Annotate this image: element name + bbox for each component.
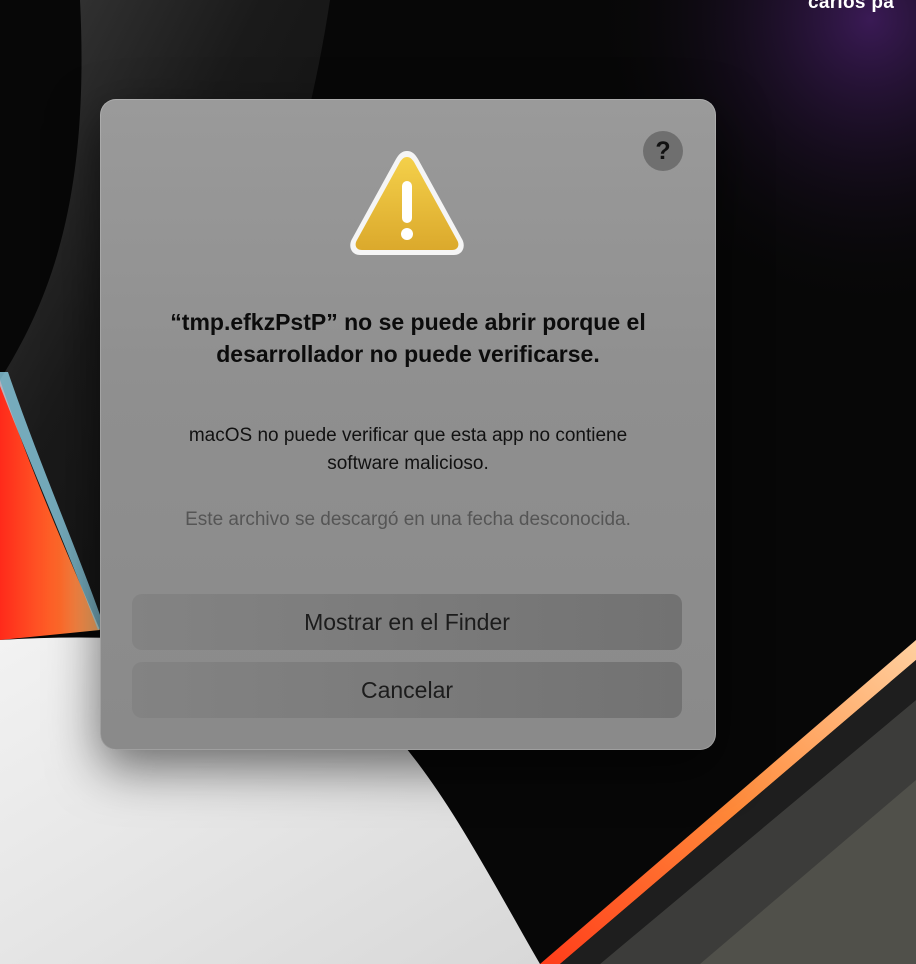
- cancel-button[interactable]: Cancelar: [132, 662, 682, 718]
- dialog-message: macOS no puede verificar que esta app no…: [188, 425, 628, 474]
- security-alert-dialog: ? “tmp.efkzPstP” no se puede abrir porqu…: [100, 99, 716, 750]
- help-button[interactable]: ?: [643, 131, 683, 171]
- menu-bar-user-name[interactable]: carlos pa: [808, 0, 894, 14]
- dialog-title: “tmp.efkzPstP” no se puede abrir porque …: [170, 309, 646, 367]
- desktop: carlos pa ? “tmp.efkzPstP” no se puede a…: [0, 0, 916, 964]
- warning-triangle-icon: [350, 151, 464, 255]
- dialog-info-text: Este archivo se descargó en una fecha de…: [185, 509, 631, 530]
- show-in-finder-button[interactable]: Mostrar en el Finder: [132, 594, 682, 650]
